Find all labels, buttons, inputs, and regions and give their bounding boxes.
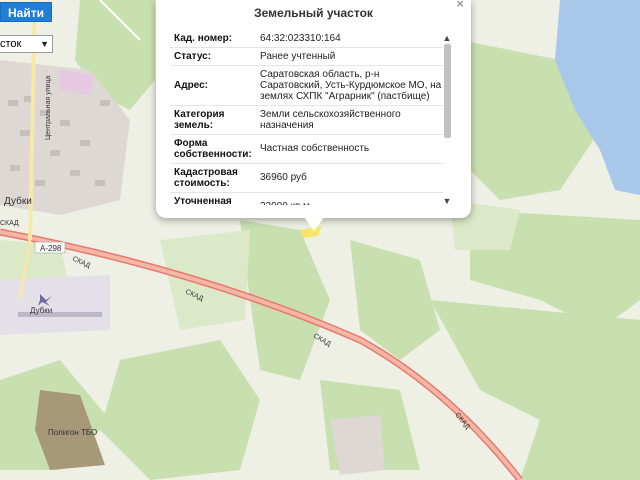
chevron-down-icon: ▼ (40, 39, 49, 49)
property-value: Ранее учтенный (260, 50, 336, 62)
scroll-up-icon[interactable]: ▲ (441, 32, 453, 44)
town-label: Дубки (4, 195, 32, 207)
property-value: 22000 кв.м (260, 201, 443, 205)
object-type-select[interactable]: сток ▼ (0, 35, 53, 53)
property-key: Статус: (174, 50, 212, 62)
property-key: Кад. номер: (174, 32, 233, 44)
street-label: Центральная улица (45, 75, 52, 140)
landfill-label: Полигон ТБО (48, 428, 97, 437)
parcel-properties[interactable]: Кад. номер: 64:32:023310:164 Статус: Ранее … (170, 30, 443, 205)
property-key: Категория земель: (174, 108, 225, 131)
road-number-shield: А-298 (34, 241, 66, 254)
object-type-value: сток (0, 38, 22, 50)
popup-title: Земельный участок (254, 6, 373, 20)
find-button[interactable]: Найти (0, 2, 52, 22)
parcel-info-popup: × Земельный участок Кад. номер: 64:32:023… (156, 0, 471, 218)
scroll-down-icon[interactable]: ▼ (441, 195, 453, 207)
property-row: Кадастровая стоимость: 36960 руб (170, 164, 443, 193)
property-value: Земли сельскохозяйственного назначения (260, 108, 401, 131)
popup-scrollbar[interactable]: ▲ ▼ (441, 32, 453, 207)
property-key: Кадастровая стоимость: (174, 166, 238, 189)
popup-pointer (304, 217, 324, 231)
property-row: Категория земель: Земли сельскохозяйствен… (170, 106, 443, 135)
property-value: Частная собственность (260, 143, 370, 154)
road-number-label: А-298 (40, 244, 62, 253)
scroll-thumb[interactable] (444, 44, 451, 138)
property-value: Саратовская область, р-н Саратовский, Ус… (260, 68, 442, 102)
property-row: Статус: Ранее учтенный (170, 48, 443, 66)
property-row: Кад. номер: 64:32:023310:164 (170, 30, 443, 48)
property-key: Уточненная площадь: (174, 195, 232, 206)
property-row: Адрес: Саратовская область, р-н Саратовск… (170, 66, 443, 106)
property-key: Форма собственности: (174, 137, 252, 160)
airport-area (0, 275, 110, 335)
property-row: Форма собственности: Частная собственност… (170, 135, 443, 164)
airport-label: Дубки (30, 306, 52, 315)
property-value: 36960 руб (260, 172, 307, 183)
property-row: Уточненная площадь: 22000 кв.м (170, 193, 443, 206)
property-value: 64:32:023310:164 (260, 32, 341, 44)
road-label-5: СКАД (0, 220, 19, 227)
property-key: Адрес: (174, 79, 208, 91)
